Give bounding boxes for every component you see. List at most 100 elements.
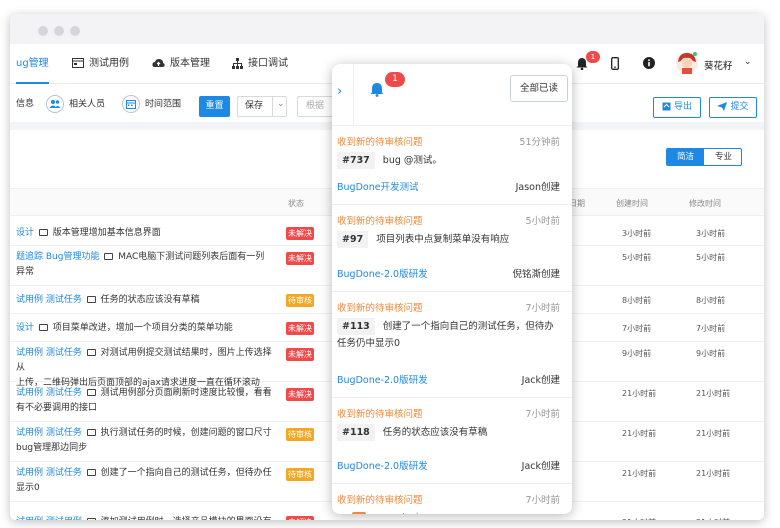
nav-label: 接口调试 [248,58,288,69]
issue-title-text: 任务的状态应该没有草稿 [100,294,200,305]
notification-title: 收到新的待审核问题 [337,216,423,227]
col-status[interactable]: 状态 [288,198,304,209]
time-label: 时间范围 [145,99,182,110]
issue-title[interactable]: 设计 项目菜单改进，增加一个项目分类的菜单功能 [16,321,276,336]
col-created[interactable]: 创建时间 [616,198,648,209]
project-link[interactable]: BugDone-2.0版研发 [337,458,428,472]
issue-id: #97 [337,231,369,248]
issue-title[interactable]: 设计 版本管理增加基本信息界面 [16,226,276,241]
export-label: 导出 [673,102,692,112]
issue-module-link[interactable]: 试用例 测试任务 [16,388,82,398]
nav-bug-management[interactable]: ug管理 [16,44,49,84]
avatar [676,52,698,74]
nav-api-debug[interactable]: 接口调试 [232,44,288,84]
issue-module-link[interactable]: 试用例 测试任务 [16,348,82,358]
notification-item[interactable]: 收到新的待审核问题 7小时前 Jack [332,484,572,514]
time-filter[interactable]: 时间范围 [122,95,181,114]
project-link[interactable]: BugDone-2.0版研发 [337,266,428,280]
notification-body: #118 任务的状态应该没有草稿 [337,424,557,441]
issue-title-text: 执行测试任务的时候，创建问题的窗口尺寸 [100,428,272,438]
created-time: 8小时前 [622,296,652,305]
issue-module-link[interactable]: 题追踪 Bug管理功能 [16,252,99,262]
notification-item[interactable]: 收到新的待审核问题 5小时前 #97 项目列表中点复制菜单没有响应 BugDone-2.… [332,205,572,292]
creator-name: Jack创建 [521,461,560,472]
user-menu[interactable]: 葵花籽 ⌄ [676,51,752,78]
chevron-down-icon: ⌄ [277,99,285,109]
issue-title[interactable]: 题追踪 Bug管理功能 MAC电脑下测试问题列表后面有一列 异常 [16,250,276,280]
project-link[interactable]: BugDone-2.0版研发 [337,372,428,386]
image-icon [38,228,48,236]
status-badge: 待审核 [286,293,314,307]
export-button[interactable]: 导出 [653,97,701,118]
info-filter[interactable]: 信息 [16,95,34,113]
col-modified[interactable]: 修改时间 [689,198,721,209]
view-toggle: 简洁 专业 [666,148,742,166]
notification-body: #113 创建了一个指向自己的测试任务，但待办任务仍中显示0 [337,318,557,352]
modified-time: 21小时前 [696,469,731,478]
issue-id: #118 [337,424,375,441]
mark-all-read-button[interactable]: 全部已读 [510,75,568,102]
created-time: 21小时前 [622,429,657,438]
save-dropdown[interactable]: 保存 ⌄ [237,96,287,117]
popup-bell: 1 [370,72,405,100]
maximize-dot[interactable] [70,26,80,36]
search-input[interactable]: 根据 [297,96,337,117]
reset-button[interactable]: 重置 [199,96,230,117]
submit-button[interactable]: 提交 [709,97,757,118]
created-time: 21小时前 [622,389,657,398]
notification-item[interactable]: 收到新的待审核问题 51分钟前 #737 bug @测试。 BugDone开发测试 Jas… [332,126,572,205]
issue-title-text-cont: 异常 [16,267,35,277]
cloud-upload-icon [152,58,165,67]
bell-icon [370,83,384,97]
modified-time: 5小时前 [696,253,726,262]
collapse-button[interactable]: › [332,64,354,126]
notification-body: #97 项目列表中点复制菜单没有响应 [337,231,557,248]
notification-time: 7小时前 [525,409,560,420]
issue-module-link[interactable]: 设计 [16,228,34,238]
image-icon [38,323,48,331]
creator-name: Jack创建 [521,375,560,386]
issue-module-link[interactable]: 试用例 测试任务 [16,468,82,478]
issue-title[interactable]: 试用例 测试用例 添加测试用例时，选择产品模块的界面没有 [16,515,276,521]
issue-module-link[interactable]: 设计 [16,323,34,333]
status-badge: 未解决 [286,252,314,265]
notification-title: 收到新的待审核问题 [337,137,423,148]
creator-name: 倪铭澌创建 [512,269,560,280]
calendar-icon [122,95,140,113]
nav-bell[interactable]: 1 [576,51,600,73]
issue-module-link[interactable]: 试用例 测试任务 [16,428,82,438]
nav-info[interactable] [643,57,655,72]
notification-time: 7小时前 [525,303,560,314]
issue-title-text: 测试用例部分页面刷新时速度比较慢，看看 [100,388,272,398]
issue-module-link[interactable]: 试用例 测试用例 [16,517,82,521]
issue-module-link[interactable]: 试用例 测试任务 [16,295,82,305]
user-name: 葵花籽 [704,61,733,72]
title-bar [10,14,764,44]
issue-title[interactable]: 试用例 测试任务 执行测试任务的时候，创建问题的窗口尺寸 bug管理那边同步 [16,426,276,456]
issue-title-text-cont: bug管理那边同步 [16,443,88,453]
issue-title[interactable]: 试用例 测试任务 任务的状态应该没有草稿 [16,293,276,308]
issue-title-text-cont: 显示0 [16,483,40,493]
minimize-dot[interactable] [54,26,64,36]
view-pro-button[interactable]: 专业 [704,149,741,165]
issue-title[interactable]: 试用例 测试任务 测试用例部分页面刷新时速度比较慢，看看 有不必要调用的接口 [16,386,276,416]
people-label: 相关人员 [69,99,106,110]
image-icon [86,389,96,396]
creator-name: Jack [402,512,421,514]
people-filter[interactable]: 相关人员 [46,95,105,114]
view-simple-button[interactable]: 简洁 [667,149,704,165]
created-time: 5小时前 [622,253,652,262]
close-dot[interactable] [38,26,48,36]
nav-versions[interactable]: 版本管理 [152,44,210,84]
issue-title[interactable]: 试用例 测试任务 创建了一个指向自己的测试任务，但待办任 显示0 [16,466,276,496]
status-badge: 待审核 [286,428,314,441]
notification-item[interactable]: 收到新的待审核问题 7小时前 #118 任务的状态应该没有草稿 BugDone-2.0版… [332,398,572,484]
nav-test-cases[interactable]: 测试用例 [72,44,129,84]
nav-mobile[interactable] [611,57,619,73]
testcase-icon [72,58,84,68]
notification-item[interactable]: 收到新的待审核问题 7小时前 #113 创建了一个指向自己的测试任务，但待办任务仍中显… [332,292,572,398]
creator-name: Jason创建 [515,182,560,193]
project-link[interactable]: BugDone开发测试 [337,179,419,193]
created-time: 21小时前 [622,469,657,478]
notification-time: 7小时前 [525,495,560,506]
